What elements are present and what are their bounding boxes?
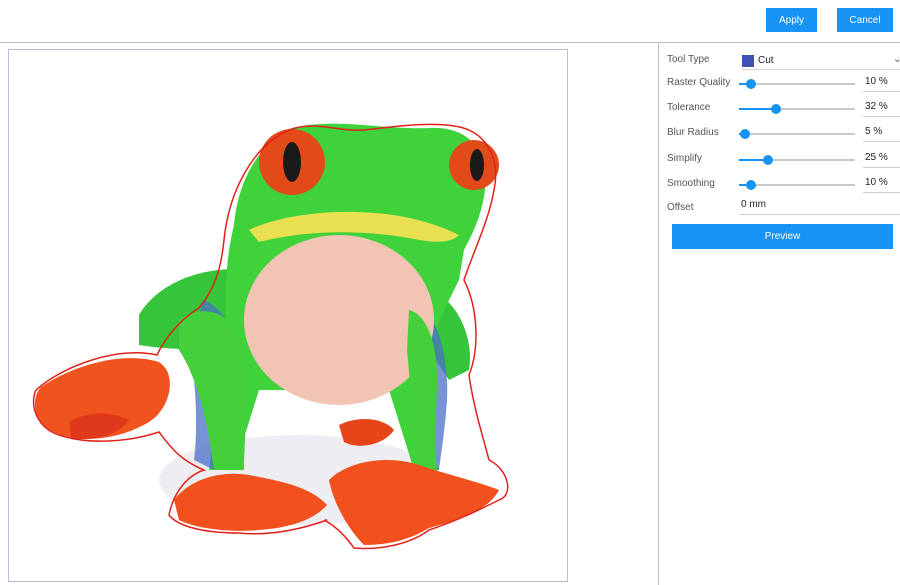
simplify-slider[interactable] (739, 155, 855, 165)
tolerance-label: Tolerance (667, 102, 711, 113)
slider-handle[interactable] (739, 129, 750, 139)
offset-input[interactable]: 0 mm (739, 199, 900, 215)
tolerance-slider[interactable] (739, 104, 855, 114)
offset-label: Offset (667, 202, 694, 213)
raster-quality-slider[interactable] (739, 79, 855, 89)
blur-radius-slider[interactable] (739, 129, 855, 139)
cancel-button[interactable]: Cancel (837, 8, 893, 32)
raster-quality-input[interactable]: 10 % (863, 76, 900, 92)
smoothing-value: 10 % (865, 177, 888, 188)
chevron-down-icon: ⌄ (892, 53, 900, 65)
simplify-label: Simplify (667, 153, 703, 164)
apply-button[interactable]: Apply (766, 8, 817, 32)
slider-handle[interactable] (771, 104, 782, 114)
tolerance-row: Tolerance 32 % (667, 99, 900, 119)
offset-row: Offset 0 mm (667, 199, 900, 219)
simplify-row: Simplify 25 % (667, 150, 900, 170)
color-swatch (742, 55, 754, 67)
blur-radius-label: Blur Radius (667, 127, 719, 138)
tool-type-row: Tool Type Cut ⌄ (667, 51, 900, 71)
top-toolbar: Apply Cancel (0, 0, 900, 43)
settings-panel: Tool Type Cut ⌄ Raster Quality 10 % Tole… (659, 43, 900, 585)
canvas-area (0, 43, 659, 585)
slider-handle[interactable] (763, 155, 773, 165)
raster-quality-label: Raster Quality (667, 77, 731, 88)
tolerance-value: 32 % (865, 101, 888, 112)
smoothing-label: Smoothing (667, 178, 715, 189)
slider-handle[interactable] (745, 79, 756, 89)
simplify-input[interactable]: 25 % (863, 152, 900, 168)
preview-button[interactable]: Preview (672, 224, 893, 249)
image-canvas[interactable] (8, 49, 568, 582)
blur-radius-row: Blur Radius 5 % (667, 124, 900, 144)
tool-type-select[interactable]: Cut ⌄ (742, 53, 900, 70)
smoothing-row: Smoothing 10 % (667, 175, 900, 195)
tolerance-input[interactable]: 32 % (863, 101, 900, 117)
tool-type-value: Cut (758, 55, 774, 66)
smoothing-slider[interactable] (739, 180, 855, 190)
raster-quality-value: 10 % (865, 76, 888, 87)
blur-radius-input[interactable]: 5 % (863, 126, 900, 142)
smoothing-input[interactable]: 10 % (863, 177, 900, 193)
tool-type-label: Tool Type (667, 54, 710, 65)
frog-image (32, 123, 509, 550)
slider-handle[interactable] (745, 180, 756, 190)
simplify-value: 25 % (865, 152, 888, 163)
raster-quality-row: Raster Quality 10 % (667, 74, 900, 94)
blur-radius-value: 5 % (865, 126, 883, 137)
